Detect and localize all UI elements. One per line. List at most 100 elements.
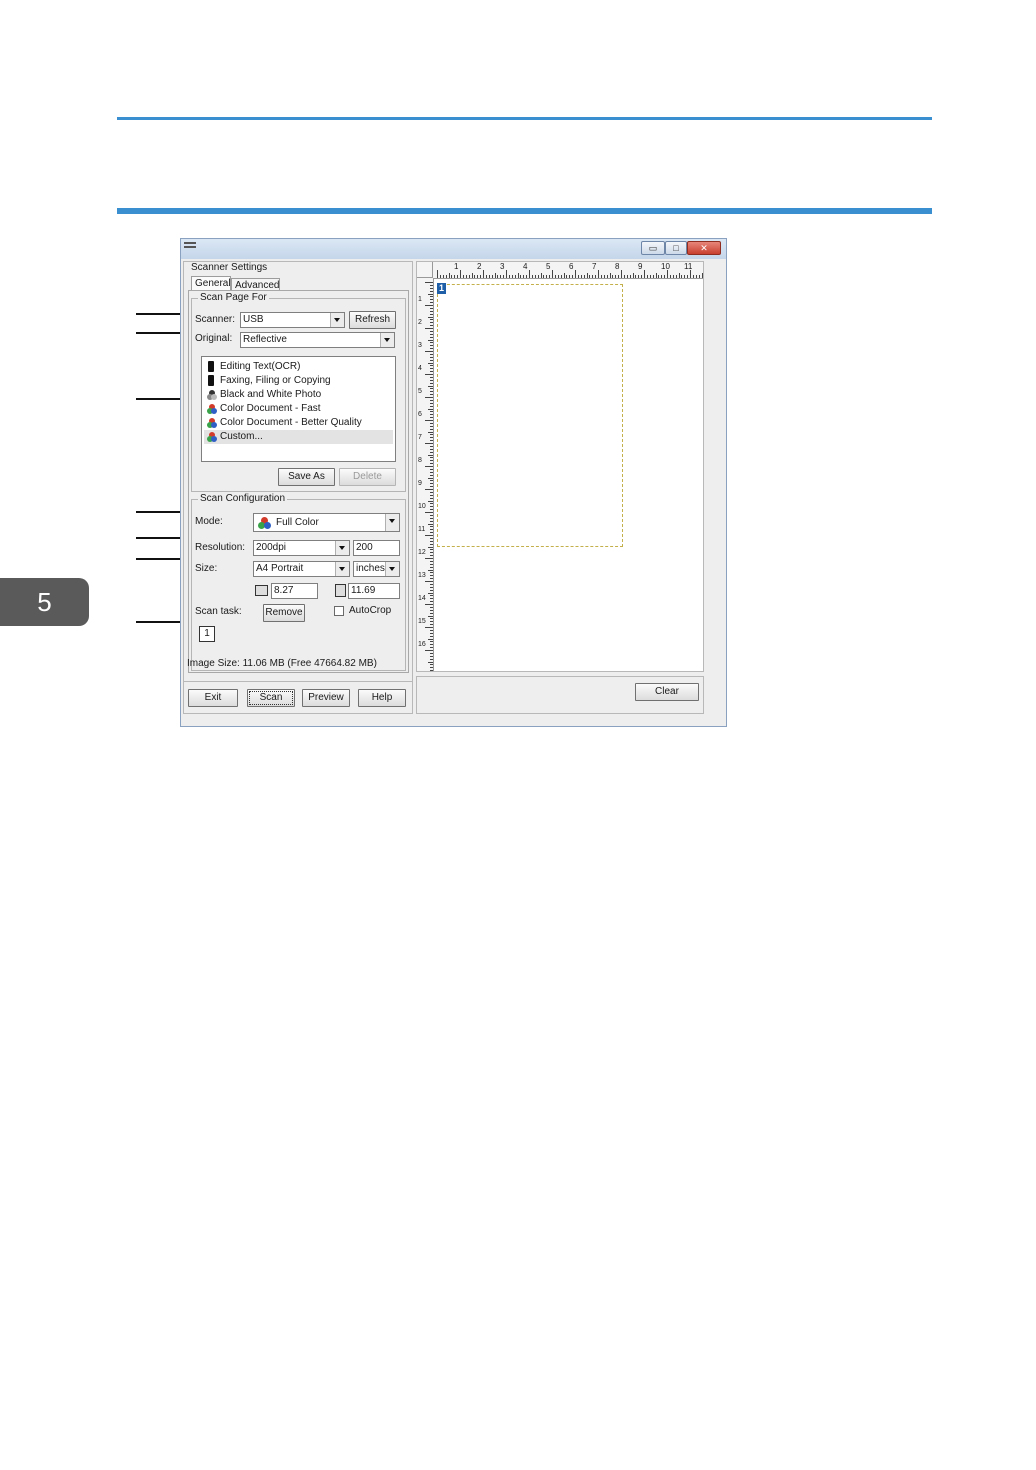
v-ruler-label: 10 <box>418 503 426 510</box>
exit-button[interactable]: Exit <box>188 689 238 707</box>
horizontal-ruler: 1 2 3 4 5 6 7 8 9 10 11 <box>433 262 703 279</box>
scanner-label: Scanner: <box>195 314 236 325</box>
color-icon <box>207 418 217 428</box>
title-bar[interactable]: ▭ □ ✕ <box>181 239 726 259</box>
h-ruler-label: 7 <box>592 262 597 271</box>
save-as-button[interactable]: Save As <box>278 468 335 486</box>
ruler-unit-icon[interactable] <box>417 262 433 278</box>
maximize-button[interactable]: □ <box>665 241 687 255</box>
preset-item-custom[interactable]: Custom... <box>204 430 393 444</box>
color-icon <box>258 517 271 529</box>
mode-value: Full Color <box>276 517 319 528</box>
scan-button[interactable]: Scan <box>247 689 295 707</box>
size-dropdown[interactable]: A4 Portrait <box>253 561 350 577</box>
preview-pane[interactable]: 1 2 3 4 5 6 7 8 9 10 11 1 2 3 4 5 6 7 8 9 10 11 12 13 14 15 16 1 <box>416 261 704 672</box>
chevron-down-icon <box>335 562 349 576</box>
preset-label: Color Document - Better Quality <box>220 417 362 428</box>
h-ruler-label: 5 <box>546 262 551 271</box>
v-ruler-label: 14 <box>418 595 426 602</box>
preset-label: Faxing, Filing or Copying <box>220 375 331 386</box>
close-button[interactable]: ✕ <box>687 241 721 255</box>
scan-configuration-title: Scan Configuration <box>198 493 288 505</box>
mode-dropdown[interactable]: Full Color <box>253 513 400 532</box>
v-ruler-label: 3 <box>418 342 422 349</box>
scanner-dropdown[interactable]: USB <box>240 312 345 328</box>
chevron-down-icon <box>385 562 399 576</box>
v-ruler-label: 13 <box>418 572 426 579</box>
scan-area-badge: 1 <box>437 283 446 294</box>
chevron-down-icon <box>380 333 394 347</box>
h-ruler-label: 8 <box>615 262 620 271</box>
autocrop-checkbox[interactable] <box>334 606 344 616</box>
color-icon <box>207 432 217 442</box>
chevron-down-icon <box>335 541 349 555</box>
resolution-label: Resolution: <box>195 542 246 553</box>
monochrome-icon <box>208 361 214 372</box>
action-bar: Exit Scan Preview Help <box>183 681 413 714</box>
grayscale-icon <box>207 390 217 400</box>
autocrop-label: AutoCrop <box>349 605 392 616</box>
preset-list[interactable]: Editing Text(OCR) Faxing, Filing or Copy… <box>201 356 396 462</box>
width-field[interactable]: 8.27 <box>271 583 318 599</box>
help-button[interactable]: Help <box>358 689 406 707</box>
v-ruler-label: 16 <box>418 641 426 648</box>
minimize-button[interactable]: ▭ <box>641 241 665 255</box>
callout-line-4 <box>136 511 182 513</box>
unit-dropdown[interactable]: inches <box>353 561 400 577</box>
chapter-number: 5 <box>37 586 52 617</box>
v-ruler-label: 2 <box>418 319 422 326</box>
color-icon <box>207 404 217 414</box>
header-rule-section <box>117 208 932 214</box>
v-ruler-label: 11 <box>418 526 426 533</box>
refresh-button[interactable]: Refresh <box>349 311 396 329</box>
scan-area-frame[interactable] <box>437 284 623 547</box>
resolution-field[interactable]: 200 <box>353 540 400 556</box>
monochrome-icon <box>208 375 214 386</box>
tab-advanced[interactable]: Advanced <box>231 278 280 291</box>
chevron-down-icon <box>330 313 344 327</box>
height-icon <box>335 584 346 597</box>
preview-button[interactable]: Preview <box>302 689 350 707</box>
preset-item-color-quality[interactable]: Color Document - Better Quality <box>204 416 393 430</box>
callout-line-5 <box>136 537 182 539</box>
vertical-ruler: 1 2 3 4 5 6 7 8 9 10 11 12 13 14 15 16 <box>417 278 434 671</box>
preset-item-bw-photo[interactable]: Black and White Photo <box>204 388 393 402</box>
original-dropdown[interactable]: Reflective <box>240 332 395 348</box>
h-ruler-label: 4 <box>523 262 528 271</box>
v-ruler-label: 8 <box>418 457 422 464</box>
v-ruler-label: 9 <box>418 480 422 487</box>
original-value: Reflective <box>243 334 287 345</box>
header-rule-top <box>117 117 932 120</box>
preset-label: Custom... <box>220 431 263 442</box>
preset-item-editing-text[interactable]: Editing Text(OCR) <box>204 360 393 374</box>
h-ruler-label: 10 <box>661 262 670 271</box>
h-ruler-label: 1 <box>454 262 459 271</box>
chevron-down-icon <box>385 514 399 531</box>
resolution-dropdown[interactable]: 200dpi <box>253 540 350 556</box>
delete-button[interactable]: Delete <box>339 468 396 486</box>
chapter-tab: 5 <box>0 578 89 626</box>
clear-button[interactable]: Clear <box>635 683 699 701</box>
scan-page-for-group: Scan Page For Scanner: USB Refresh Origi… <box>191 292 406 492</box>
scan-task-thumbnail[interactable]: 1 <box>199 626 215 642</box>
resolution-value: 200dpi <box>256 542 287 553</box>
scanner-window: ▭ □ ✕ Scanner Settings General Advanced … <box>180 238 727 727</box>
height-field[interactable]: 11.69 <box>348 583 400 599</box>
remove-button[interactable]: Remove <box>263 604 305 622</box>
callout-line-6 <box>136 558 182 560</box>
preset-item-color-fast[interactable]: Color Document - Fast <box>204 402 393 416</box>
app-icon <box>184 242 196 252</box>
unit-value: inches <box>356 563 385 574</box>
h-ruler-label: 3 <box>500 262 505 271</box>
preset-item-faxing[interactable]: Faxing, Filing or Copying <box>204 374 393 388</box>
callout-line-7 <box>136 621 182 623</box>
mode-label: Mode: <box>195 516 223 527</box>
size-label: Size: <box>195 563 218 574</box>
scan-task-label: Scan task: <box>195 606 242 617</box>
h-ruler-label: 2 <box>477 262 482 271</box>
callout-line-2 <box>136 332 182 334</box>
tab-panel: Scan Page For Scanner: USB Refresh Origi… <box>188 290 409 673</box>
scanner-settings-title: Scanner Settings <box>189 262 270 274</box>
tab-general[interactable]: General <box>191 276 231 290</box>
h-ruler-label: 11 <box>684 262 693 271</box>
